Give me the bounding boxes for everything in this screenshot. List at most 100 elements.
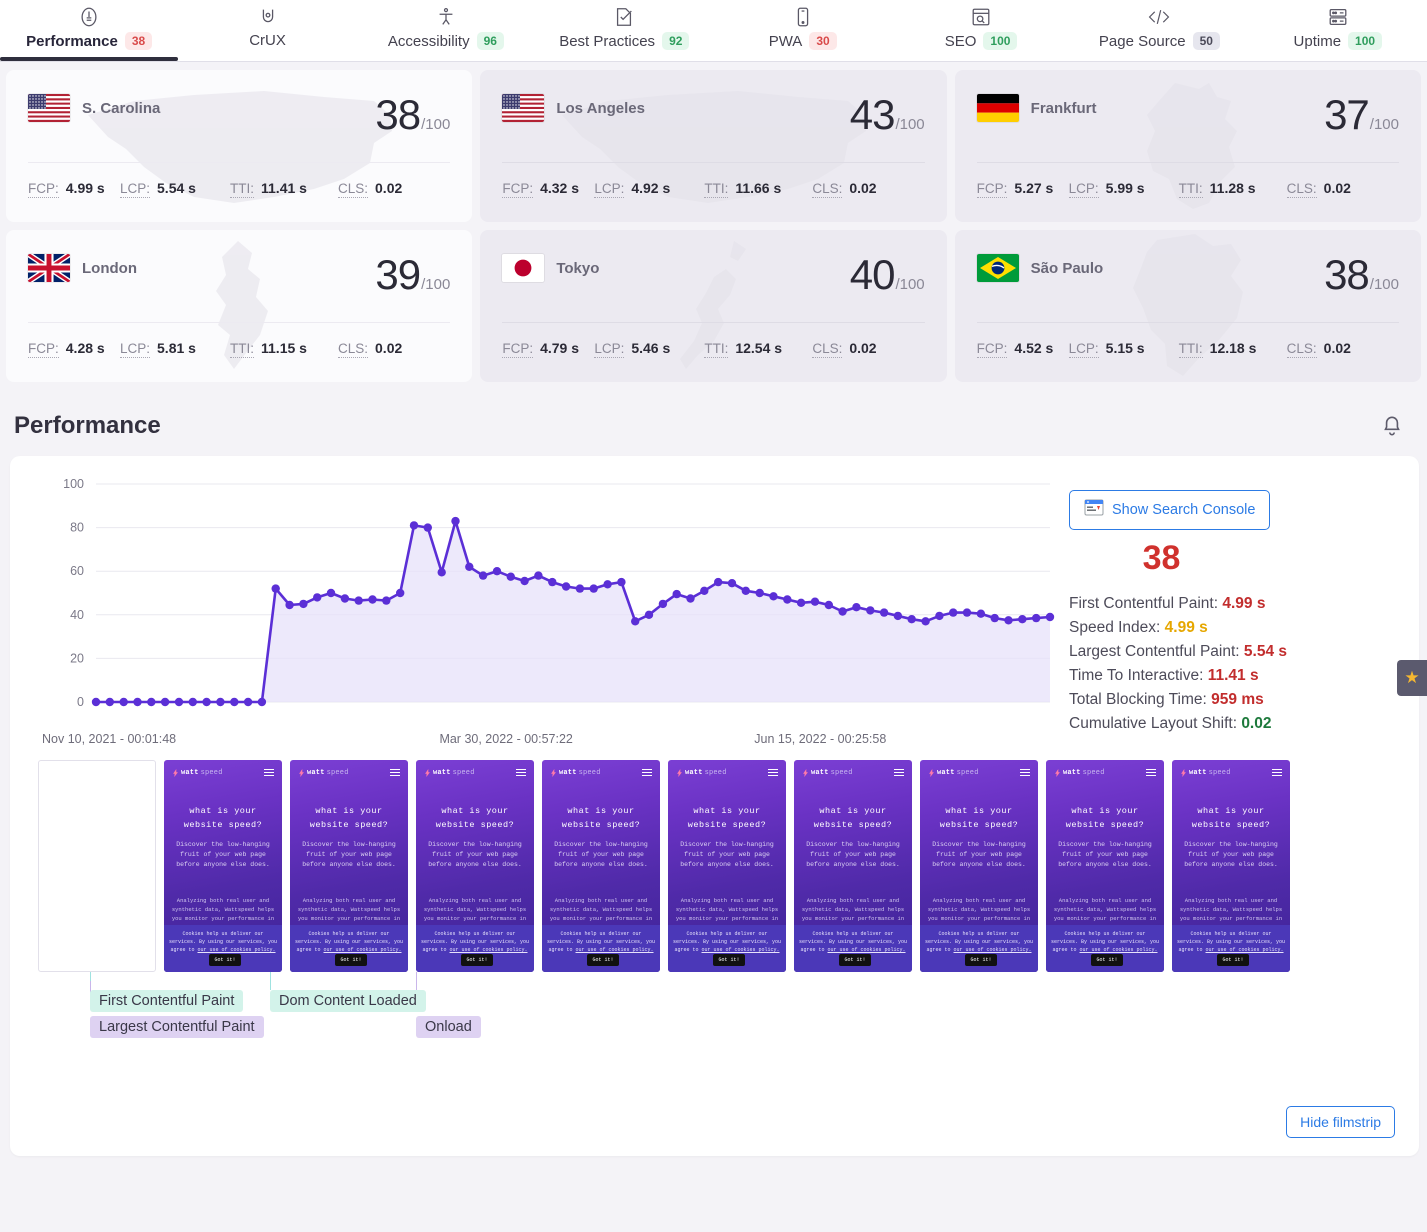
metric-key: LCP:	[594, 341, 625, 358]
mock-headline-2: website speed?	[939, 820, 1019, 830]
location-card[interactable]: Frankfurt 37 /100 FCP: 5.27 s LCP: 5.99 …	[954, 70, 1421, 222]
brand-part-2: speed	[704, 768, 727, 777]
cookie-accept-button[interactable]: Got it!	[713, 954, 745, 966]
filmstrip-frame[interactable]: watt speed what is your website speed? Di…	[164, 760, 282, 972]
crux-icon	[257, 5, 279, 29]
tab-seo[interactable]: SEO 100	[892, 0, 1070, 61]
cookie-link[interactable]: our use of cookies policy.	[1206, 947, 1284, 953]
filmstrip-frame[interactable]: watt speed what is your website speed? Di…	[920, 760, 1038, 972]
tab-badge: 100	[983, 32, 1018, 51]
tab-label: CrUX	[249, 32, 286, 49]
tab-page-source[interactable]: Page Source 50	[1070, 0, 1248, 61]
tab-best-practices[interactable]: Best Practices 92	[535, 0, 713, 61]
mock-headline-2: website speed?	[183, 820, 263, 830]
cookie-link[interactable]: our use of cookies policy.	[450, 947, 528, 953]
cookie-accept-button[interactable]: Got it!	[461, 954, 493, 966]
svg-text:40: 40	[70, 608, 84, 622]
cookie-link[interactable]: our use of cookies policy.	[702, 947, 780, 953]
metric-key: TTI:	[230, 181, 254, 198]
filmstrip-frame[interactable]: watt speed what is your website speed? Di…	[794, 760, 912, 972]
cookie-accept-button[interactable]: Got it!	[1217, 954, 1249, 966]
metric-key: CLS:	[1286, 181, 1317, 198]
metric-key: CLS:	[812, 341, 843, 358]
filmstrip-frame-empty[interactable]	[38, 760, 156, 972]
metric-lcp: LCP: 5.54 s	[120, 180, 230, 198]
tab-accessibility[interactable]: Accessibility 96	[357, 0, 535, 61]
filmstrip-frame[interactable]: watt speed what is your website speed? Di…	[668, 760, 786, 972]
google-search-console-icon	[1084, 499, 1104, 521]
card-divider	[502, 162, 925, 163]
mock-subtitle: Discover the low-hanging fruit of your w…	[806, 841, 900, 868]
metric-lcp: LCP: 5.81 s	[120, 340, 230, 358]
metric-value: 0.02	[375, 340, 403, 356]
show-search-console-button[interactable]: Show Search Console	[1069, 490, 1271, 530]
tab-uptime[interactable]: Uptime 100	[1249, 0, 1427, 61]
filmstrip-frame[interactable]: watt speed what is your website speed? Di…	[416, 760, 534, 972]
metric-key: FCP:	[28, 181, 59, 198]
tab-crux[interactable]: CrUX	[178, 0, 356, 61]
tick-onload	[416, 972, 417, 990]
mock-subtitle: Discover the low-hanging fruit of your w…	[302, 841, 396, 868]
filmstrip-legend-chip: First Contentful Paint	[90, 990, 244, 1012]
filmstrip-frame[interactable]: watt speed what is your website speed? Di…	[290, 760, 408, 972]
metric-row: Time To Interactive: 11.41 s	[1069, 664, 1419, 688]
score-number: 38	[1324, 251, 1370, 298]
star-icon[interactable]: ★	[1397, 660, 1427, 696]
bell-icon[interactable]	[1379, 413, 1405, 439]
score-denominator: /100	[421, 116, 451, 133]
location-card[interactable]: S. Carolina 38 /100 FCP: 4.99 s LCP: 5.5…	[6, 70, 473, 222]
wattspeed-logo: watt speed	[172, 768, 223, 777]
metric-key: LCP:	[1068, 181, 1099, 198]
tab-pwa[interactable]: PWA 30	[714, 0, 892, 61]
cookie-accept-button[interactable]: Got it!	[209, 954, 241, 966]
brand-part-2: speed	[1082, 768, 1105, 777]
cookie-link[interactable]: our use of cookies policy.	[828, 947, 906, 953]
tab-label: PWA	[768, 32, 803, 50]
cookie-accept-button[interactable]: Got it!	[335, 954, 367, 966]
flag-icon	[28, 254, 70, 282]
cookie-accept-button[interactable]: Got it!	[965, 954, 997, 966]
tab-performance[interactable]: Performance 38	[0, 0, 179, 61]
location-cards-grid: S. Carolina 38 /100 FCP: 4.99 s LCP: 5.5…	[0, 62, 1427, 388]
cookie-link[interactable]: our use of cookies policy.	[1080, 947, 1158, 953]
metric-value: 11.28 s	[1209, 180, 1256, 196]
wattspeed-logo: watt speed	[298, 768, 349, 777]
location-card[interactable]: Tokyo 40 /100 FCP: 4.79 s LCP: 5.46 s TT…	[480, 230, 947, 382]
performance-chart[interactable]: 0 20 40 60 80 100 Nov 10, 2021 - 00:01:48 Mar …	[10, 472, 1065, 750]
flag-icon	[502, 94, 545, 122]
tab-badge: 50	[1192, 32, 1220, 51]
brand-part-1: watt	[559, 768, 577, 777]
flag-us	[28, 94, 70, 122]
filmstrip-frame[interactable]: watt speed what is your website speed? Di…	[1046, 760, 1164, 972]
mock-headline-1: what is your	[819, 806, 887, 816]
location-card[interactable]: Los Angeles 43 /100 FCP: 4.32 s LCP: 4.9…	[480, 70, 947, 222]
metric-key: LCP:	[1068, 341, 1099, 358]
metric-value: 5.81 s	[157, 340, 196, 356]
mock-headline: what is your website speed?	[668, 804, 786, 832]
wattspeed-logo: watt speed	[550, 768, 601, 777]
location-card[interactable]: São Paulo 38 /100 FCP: 4.52 s LCP: 5.15 …	[954, 230, 1421, 382]
cookie-link[interactable]: our use of cookies policy.	[576, 947, 654, 953]
location-card[interactable]: London 39 /100 FCP: 4.28 s LCP: 5.81 s T…	[6, 230, 473, 382]
metric-value: 959 ms	[1211, 691, 1264, 708]
metric-row: Total Blocking Time: 959 ms	[1069, 688, 1419, 712]
hide-filmstrip-button[interactable]: Hide filmstrip	[1286, 1106, 1395, 1138]
metric-key: FCP:	[976, 341, 1008, 358]
filmstrip-frame[interactable]: watt speed what is your website speed? Di…	[1172, 760, 1290, 972]
cookie-accept-button[interactable]: Got it!	[1091, 954, 1123, 966]
cookie-link[interactable]: our use of cookies policy.	[954, 947, 1032, 953]
metric-value: 0.02	[849, 340, 877, 356]
cookie-link[interactable]: our use of cookies policy.	[324, 947, 402, 953]
core-metrics-list: First Contentful Paint: 4.99 s Speed Ind…	[1069, 592, 1419, 736]
metric-value: 5.99 s	[1105, 180, 1145, 196]
chart-x-axis-labels: Nov 10, 2021 - 00:01:48 Mar 30, 2022 - 00…	[10, 732, 1065, 750]
filmstrip-frame[interactable]: watt speed what is your website speed? Di…	[542, 760, 660, 972]
cookie-accept-button[interactable]: Got it!	[839, 954, 871, 966]
metric-key: LCP:	[120, 181, 151, 198]
cookie-accept-button[interactable]: Got it!	[587, 954, 619, 966]
performance-panel: 0 20 40 60 80 100 Nov 10, 2021 - 00:01:48 Mar …	[10, 456, 1419, 1156]
cookie-link[interactable]: our use of cookies policy.	[198, 947, 276, 953]
filmstrip-legend-row-2: Largest Contentful Paint Onload	[38, 1016, 1391, 1042]
score-number: 43	[849, 91, 896, 138]
hamburger-menu-icon	[894, 767, 904, 778]
